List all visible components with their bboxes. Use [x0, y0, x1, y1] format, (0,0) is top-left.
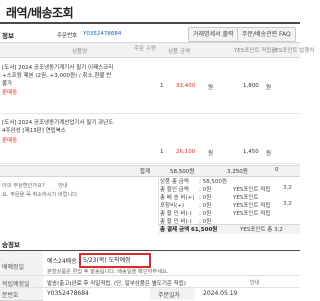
point-date-value: 발송(출고)완료 후 익일적립. (단, 일부상품은 별도기준 적립) — [47, 281, 186, 287]
notice-guide-link[interactable]: 안내 — [58, 182, 68, 189]
shipping-section-label: 송정보 — [2, 241, 20, 249]
item-2-price: 26,100 — [176, 149, 196, 155]
item-2-title-line1[interactable]: [도서] 2024 공조냉동기계산업기사 필기 과년도 — [2, 118, 113, 126]
notice-line2: 요. 주문을 꼭 취소하시기 바랍니다. — [2, 192, 79, 198]
delivery-date-value: 5/23(목) 도착예정 — [83, 257, 131, 264]
summary-product-total-value: : 58,500원 — [199, 179, 227, 185]
order-no-value-bottom: Y0352478684 — [47, 290, 89, 297]
summary-discount-label: 총 할인 금액 — [160, 187, 189, 193]
shipping-divider — [0, 250, 300, 251]
total-label: 합계 — [140, 169, 151, 175]
point-date-guide-link[interactable]: 안내 — [250, 279, 260, 286]
summary-final-total: 총 결제 금액 61,500원 — [160, 227, 218, 233]
summary-point-value-1: 3,2 — [283, 185, 292, 191]
item-1-status: 판매중 — [2, 90, 18, 96]
order-date-value: 2024.05.19 — [203, 290, 238, 297]
title-divider — [0, 22, 300, 24]
summary-packing-label: 포장비(+) — [160, 203, 185, 209]
summary-point-label-2: YES포인트 — [233, 195, 259, 201]
summary-discount2-value: : 0원 — [199, 211, 212, 217]
total-price: 58,500원 — [170, 169, 195, 175]
order-section-label: 정보 — [2, 32, 14, 40]
delivery-note: 분할상품은 편집 후 발송됩니다. 배송일을 확인하주세요. — [47, 269, 169, 275]
item-1-title-line1[interactable]: [도서] 2024 공조냉동기계기사 필기 이패스코리 — [2, 63, 113, 71]
item-1-point: 1,800 — [243, 83, 259, 89]
item-2-price-unit: 원 — [208, 151, 214, 157]
total-point: 3,250원 — [227, 169, 248, 175]
order-date-label: 주문일자 — [158, 292, 181, 299]
summary-point-label-3: YES포인트 적립 — [233, 203, 271, 209]
summary-divider — [158, 176, 159, 223]
summary-discount2-label: 총 할 인 비(-) — [160, 211, 192, 217]
item-1-point-unit: 원 — [266, 85, 272, 91]
item-1-title-line2: +스프링 제본 (2권, +3,000원) / 취소,환불 반 — [2, 73, 112, 79]
shipping-row-divider-1 — [0, 275, 300, 276]
col-header-qty: 주문 수량 — [134, 46, 156, 52]
item-2-title-line2: 4주완성 [제13판] 연립북스 — [2, 128, 66, 134]
order-number-label: 주문번호 — [57, 33, 78, 39]
item-2-point-unit: 원 — [266, 151, 272, 157]
col-header-price: 상품 금액 — [168, 49, 190, 55]
delivery-date-label: 배예정일 — [2, 264, 25, 271]
order-number-value: Y0352478684 — [83, 31, 122, 37]
invoice-print-button[interactable]: 거래명세서 출력 — [188, 27, 239, 42]
col-header-product: 상품명 — [72, 49, 88, 55]
col-header-point: YES포인트 적립금 — [234, 48, 277, 54]
summary-shipping-value: : 0원 — [199, 195, 212, 201]
item-1-qty: 1 — [160, 83, 164, 89]
item-1-title-line3: 불가 — [2, 81, 13, 87]
summary-point-label-4: YES포인트 적립 — [233, 211, 271, 217]
total-point-count: 0 — [275, 167, 279, 173]
page-title: 래역/배송조회 — [6, 6, 74, 20]
item-1-price-unit: 원 — [208, 85, 214, 91]
summary-final-point: YES포인트 총 3,2 — [240, 227, 283, 233]
notice-line1: 이의 무상환인가요? — [2, 183, 45, 189]
col-header-point-issuer: YES포인트 발행처 — [272, 48, 315, 54]
summary-discount-value: : 0원 — [199, 187, 212, 193]
summary-packing-value: : 0원 — [199, 203, 212, 209]
item-2-status: 판매중 — [2, 138, 18, 144]
item-2-point: 1,450 — [243, 149, 259, 155]
summary-product-total-label: 상품 총 금액 — [160, 179, 189, 185]
summary-point-value-3: 3,2 — [283, 201, 292, 207]
item-2-qty: 1 — [160, 149, 164, 155]
summary-shipping-label: 총 배 송 비(+) — [160, 195, 195, 201]
faq-button[interactable]: 주문/배송관련 FAQ — [237, 27, 296, 42]
delivery-method: 예스24배송 — [47, 258, 77, 265]
item-1-price: 32,400 — [176, 83, 196, 89]
summary-point-label-1: YES포인트 적립 — [233, 187, 271, 193]
order-no-label-bottom: 문번호 — [2, 292, 19, 299]
